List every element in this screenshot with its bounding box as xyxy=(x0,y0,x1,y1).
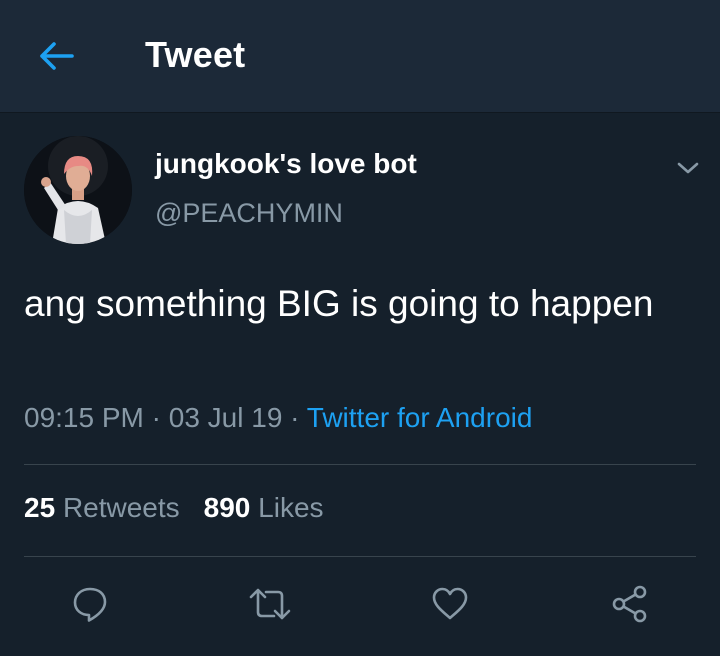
avatar[interactable] xyxy=(24,136,132,244)
meta-separator: · xyxy=(151,402,161,433)
heart-icon xyxy=(430,584,470,624)
likes-count: 890 xyxy=(203,492,251,523)
likes-label: Likes xyxy=(258,492,324,523)
retweets-count: 25 xyxy=(24,492,56,523)
reply-icon xyxy=(70,584,110,624)
retweet-icon xyxy=(248,584,292,624)
tweet-meta: 09:15 PM · 03 Jul 19 · Twitter for Andro… xyxy=(24,402,532,434)
tweet-time: 09:15 PM xyxy=(24,402,144,433)
likes-stat[interactable]: 890 Likes xyxy=(204,492,324,523)
retweets-stat[interactable]: 25 Retweets xyxy=(24,492,180,523)
reply-button[interactable] xyxy=(66,580,114,628)
retweets-label: Retweets xyxy=(62,492,180,523)
meta-separator: · xyxy=(290,402,300,433)
tweet-source-link[interactable]: Twitter for Android xyxy=(307,402,533,433)
top-bar: Tweet xyxy=(0,0,720,113)
like-button[interactable] xyxy=(426,580,474,628)
tweet-options-button[interactable] xyxy=(668,148,708,188)
retweet-button[interactable] xyxy=(246,580,294,628)
back-button[interactable] xyxy=(26,30,86,82)
display-name[interactable]: jungkook's love bot xyxy=(155,148,417,180)
tweet-text: ang something BIG is going to happen xyxy=(24,283,654,324)
share-icon xyxy=(610,584,650,624)
divider xyxy=(24,464,696,465)
chevron-down-icon xyxy=(676,160,700,176)
divider xyxy=(24,556,696,557)
page-title: Tweet xyxy=(145,34,246,75)
share-button[interactable] xyxy=(606,580,654,628)
arrow-left-icon xyxy=(38,41,74,71)
tweet-detail-screen: Tweet jungkook's love bot @PEACHYMIN ang… xyxy=(0,0,720,656)
engagement-stats: 25 Retweets 890 Likes xyxy=(24,492,324,524)
user-handle[interactable]: @PEACHYMIN xyxy=(155,198,343,229)
tweet-date: 03 Jul 19 xyxy=(168,402,283,433)
